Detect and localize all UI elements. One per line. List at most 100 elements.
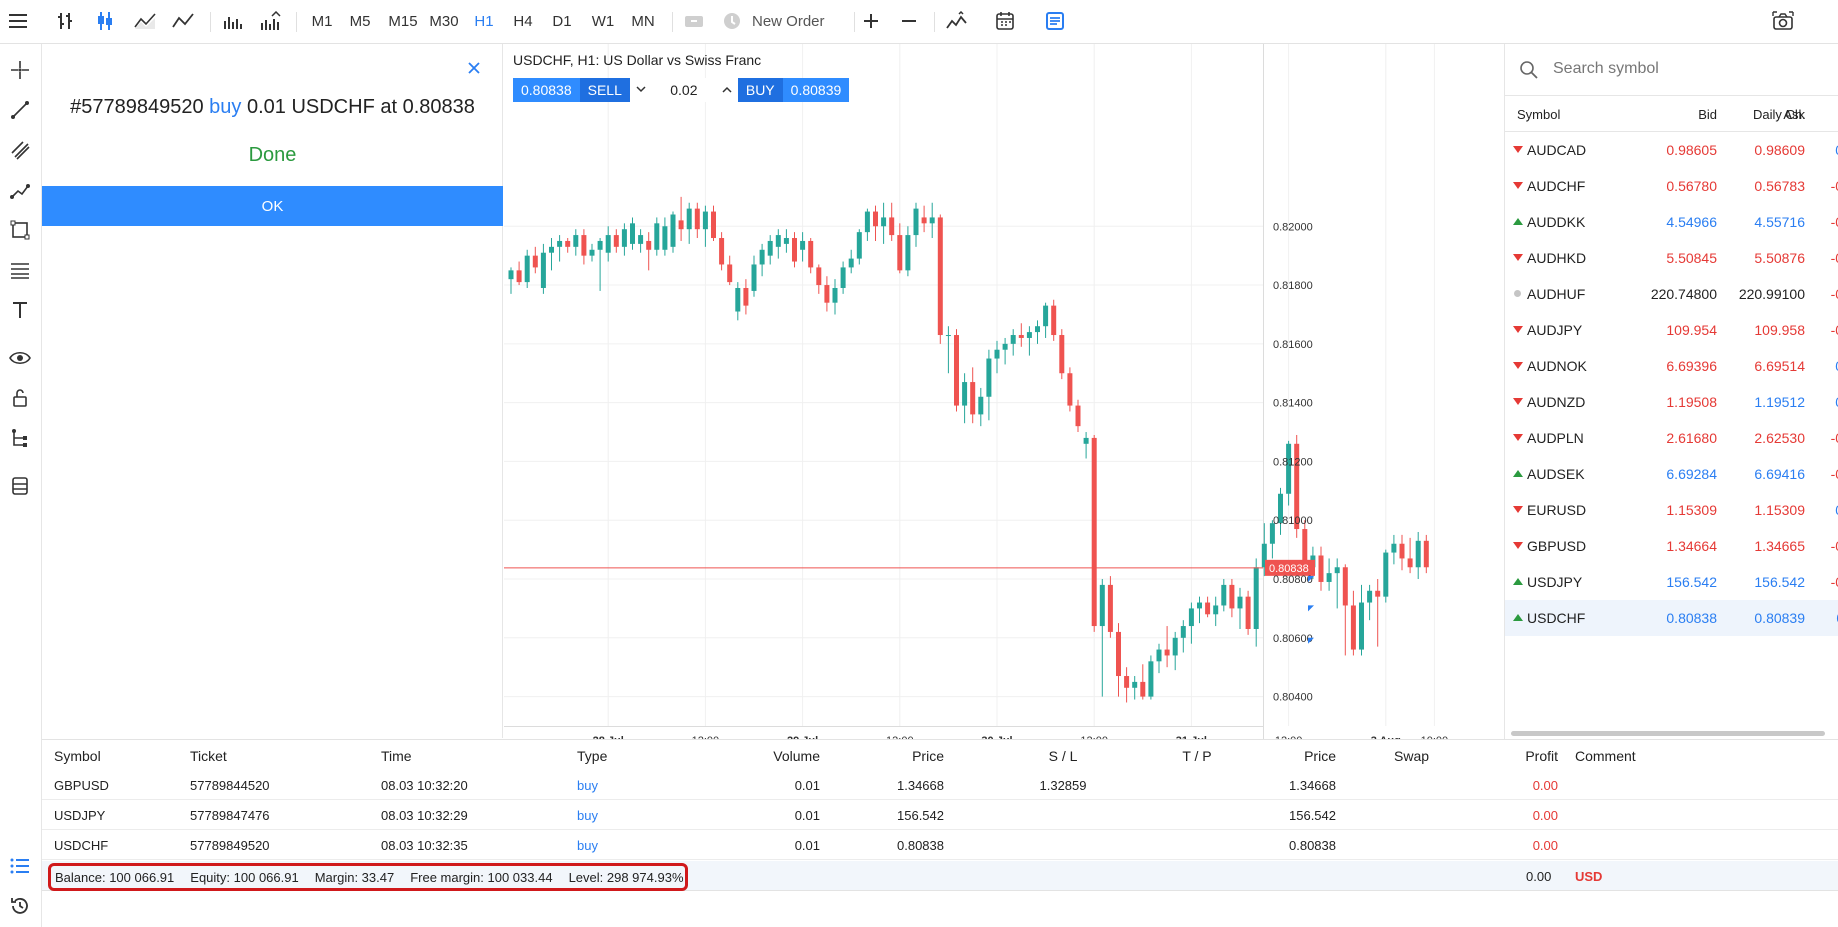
header-stop-loss[interactable]: S / L	[1018, 748, 1108, 764]
header-type[interactable]: Type	[577, 748, 657, 764]
market-watch-row[interactable]: GBPUSD 1.34664 1.34665 -0.10%	[1505, 528, 1838, 564]
channels-icon[interactable]	[4, 134, 36, 166]
shapes-icon[interactable]	[4, 214, 36, 246]
sell-button[interactable]: 0.80838 SELL	[513, 78, 630, 102]
crosshair-icon[interactable]	[4, 54, 36, 86]
chevron-up-icon[interactable]	[722, 86, 732, 94]
market-watch-row[interactable]: AUDCHF 0.56780 0.56783 -0.04%	[1505, 168, 1838, 204]
header-bid[interactable]: Bid	[1645, 107, 1717, 122]
layers-icon[interactable]	[4, 470, 36, 502]
order-details: 0.01 USDCHF at 0.80838	[246, 96, 475, 118]
arrow-down-icon	[1513, 182, 1523, 189]
volumes-icon[interactable]	[218, 0, 248, 42]
market-watch-row[interactable]: AUDNOK 6.69396 6.695140.36%	[1505, 348, 1838, 384]
market-watch-scrollbar[interactable]	[1511, 731, 1825, 736]
market-watch-row[interactable]: AUDSEK 6.69284 6.69416 -0.04%	[1505, 456, 1838, 492]
timeframe-m5[interactable]: M5	[344, 0, 376, 42]
symbol-search-box[interactable]: Search symbol	[1505, 44, 1838, 96]
zoom-in-icon[interactable]	[856, 0, 886, 42]
timeframe-h1[interactable]: H1	[468, 0, 500, 42]
timeframe-mn[interactable]: MN	[626, 0, 660, 42]
candle-body	[978, 396, 984, 415]
timeframe-h4[interactable]: H4	[507, 0, 539, 42]
candlestick-chart-type-icon[interactable]	[90, 0, 120, 42]
header-take-profit[interactable]: T / P	[1152, 748, 1242, 764]
header-ticket[interactable]: Ticket	[190, 748, 310, 764]
market-watch-row[interactable]: AUDHUF 220.74800 220.99100 -0.23%	[1505, 276, 1838, 312]
candle-body	[662, 226, 668, 250]
header-profit[interactable]: Profit	[1490, 748, 1558, 764]
market-watch-row[interactable]: AUDNZD 1.19508 1.195120.20%	[1505, 384, 1838, 420]
timeframe-d1[interactable]: D1	[546, 0, 578, 42]
object-tree-icon[interactable]	[4, 422, 36, 454]
hide-objects-icon[interactable]	[4, 342, 36, 374]
close-icon[interactable]	[464, 58, 484, 78]
cell-volume: 0.01	[794, 778, 820, 793]
price-chart-panel[interactable]: 0.80838 0.82000 0.81800 0.81600 0.81400 0.812…	[504, 44, 1503, 739]
trade-row[interactable]: GBPUSD 57789844520 08.03 10:32:20 buy 0.01 1.…	[42, 770, 1838, 800]
candle-body	[1091, 437, 1097, 627]
area-chart-type-icon[interactable]	[130, 0, 160, 42]
text-tool-icon[interactable]	[4, 294, 36, 326]
calendar-icon[interactable]	[990, 0, 1020, 42]
header-current-price[interactable]: Price	[1242, 748, 1336, 764]
line-chart-type-icon[interactable]	[168, 0, 198, 42]
trade-list-icon[interactable]	[4, 850, 36, 882]
chart-templates-icon[interactable]	[942, 0, 972, 42]
timeframe-m1[interactable]: M1	[306, 0, 338, 42]
lock-icon[interactable]	[4, 382, 36, 414]
screenshot-icon[interactable]	[1768, 0, 1798, 42]
market-watch-row[interactable]: USDJPY 156.542 156.542 -0.49%	[1505, 564, 1838, 600]
market-watch-row[interactable]: EURUSD1.153091.153090.04%	[1505, 492, 1838, 528]
header-symbol[interactable]: Symbol	[1517, 107, 1560, 122]
header-swap[interactable]: Swap	[1394, 748, 1464, 764]
fibonacci-icon[interactable]	[4, 254, 36, 286]
account-summary-row: Balance: 100 066.91 Equity: 100 066.91 M…	[42, 861, 1838, 891]
daily-change: -0.01%	[1830, 250, 1838, 266]
one-click-trading-icon[interactable]	[680, 0, 708, 42]
y-tick-label: 0.80600	[1273, 633, 1313, 645]
cell-cur-price: 156.542	[1289, 808, 1336, 823]
news-icon[interactable]	[1040, 0, 1070, 42]
timeframe-m15[interactable]: M15	[384, 0, 422, 42]
volume-value[interactable]: 0.02	[670, 82, 697, 98]
cell-symbol: GBPUSD	[54, 778, 109, 793]
candlestick-chart[interactable]: 0.80838 0.82000 0.81800 0.81600 0.81400 0.812…	[504, 44, 1503, 739]
buy-button[interactable]: BUY 0.80839	[737, 78, 850, 102]
header-comment[interactable]: Comment	[1575, 748, 1675, 764]
cell-ticket: 57789849520	[190, 838, 270, 853]
buy-price: 0.80839	[790, 82, 842, 98]
candle-body	[840, 267, 846, 288]
history-icon[interactable]	[4, 890, 36, 922]
zoom-out-icon[interactable]	[894, 0, 924, 42]
market-watch-row[interactable]: USDCHF 0.80838 0.808390.11%	[1505, 600, 1838, 636]
search-input[interactable]: Search symbol	[1553, 60, 1659, 78]
header-volume[interactable]: Volume	[742, 748, 820, 764]
header-price[interactable]: Price	[862, 748, 944, 764]
market-watch-row[interactable]: AUDPLN 2.61680 2.62530 -0.32%	[1505, 420, 1838, 456]
candle-body	[1124, 676, 1130, 688]
market-watch-row[interactable]: AUDCAD 0.98605 0.986090.00%	[1505, 132, 1838, 168]
indicators-icon[interactable]	[256, 0, 286, 42]
pitchfork-icon[interactable]	[4, 174, 36, 206]
timeframe-w1[interactable]: W1	[586, 0, 620, 42]
market-watch-row[interactable]: AUDJPY 109.954 109.958 -0.82%	[1505, 312, 1838, 348]
market-watch-row[interactable]: AUDHKD 5.50845 5.50876 -0.01%	[1505, 240, 1838, 276]
header-symbol[interactable]: Symbol	[54, 748, 154, 764]
chevron-down-icon[interactable]	[636, 86, 646, 94]
header-time[interactable]: Time	[381, 748, 521, 764]
new-order-button[interactable]: New Order	[722, 0, 850, 42]
ok-button[interactable]: OK	[42, 186, 503, 226]
candle-body	[613, 235, 619, 247]
bid-price: 4.54966	[1666, 214, 1717, 230]
menu-icon[interactable]	[4, 0, 32, 42]
candle-body	[1018, 335, 1024, 338]
market-watch-row[interactable]: AUDDKK 4.54966 4.55716 -0.17%	[1505, 204, 1838, 240]
trend-line-icon[interactable]	[4, 94, 36, 126]
volume-stepper[interactable]: 0.02	[629, 78, 738, 102]
trade-row[interactable]: USDCHF 57789849520 08.03 10:32:35 buy 0.01 0.…	[42, 830, 1838, 860]
trade-row[interactable]: USDJPY 57789847476 08.03 10:32:29 buy 0.01 15…	[42, 800, 1838, 830]
bar-chart-type-icon[interactable]	[50, 0, 80, 42]
y-tick-label: 0.81600	[1273, 339, 1313, 351]
timeframe-m30[interactable]: M30	[424, 0, 464, 42]
